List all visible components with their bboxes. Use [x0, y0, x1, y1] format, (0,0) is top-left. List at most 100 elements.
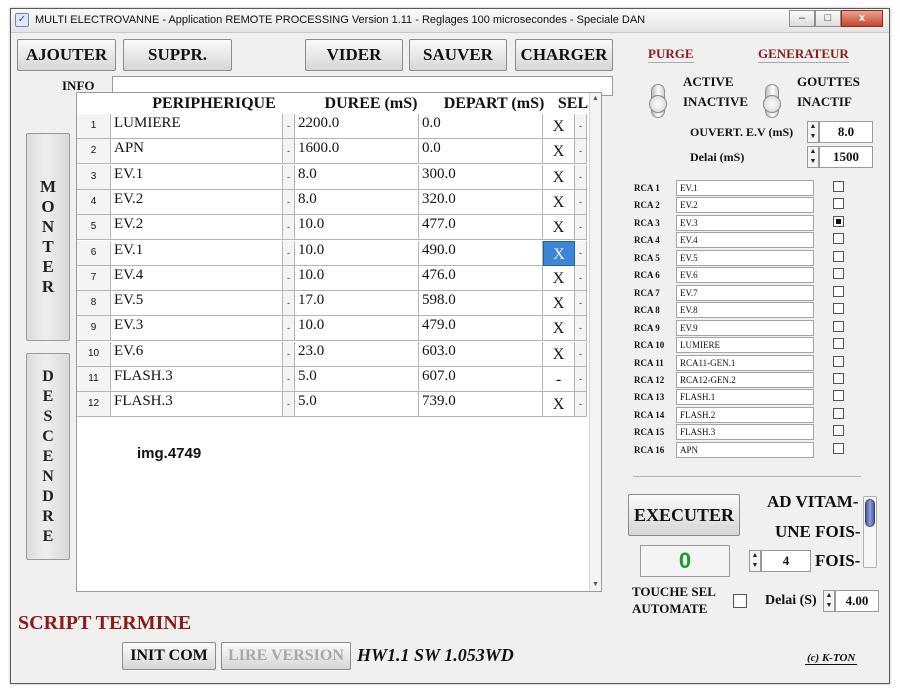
scroll-down-icon[interactable]: ▼	[590, 579, 601, 591]
rca-checkbox[interactable]	[833, 372, 844, 384]
depart-cell[interactable]: 0.0	[419, 139, 543, 165]
dropdown-arrow-icon[interactable]: -	[283, 316, 295, 342]
depart-cell[interactable]: 607.0	[419, 367, 543, 392]
suppr-button[interactable]: SUPPR.	[123, 39, 232, 71]
peripherique-cell[interactable]: EV.2	[111, 189, 283, 215]
dropdown-arrow-icon[interactable]: -	[575, 392, 587, 418]
table-row[interactable]: 9 EV.3-10.0 479.0 X -	[77, 316, 589, 342]
rca-assignment-field[interactable]: EV.5	[676, 249, 814, 266]
rca-checkbox[interactable]	[833, 250, 844, 262]
peripherique-cell[interactable]: EV.1	[111, 164, 283, 190]
sel-cell[interactable]: X	[543, 291, 575, 317]
ouvert-ev-field[interactable]: 8.0	[819, 121, 873, 143]
sel-cell[interactable]: X	[543, 164, 575, 190]
slider-thumb[interactable]	[865, 499, 875, 527]
rca-assignment-field[interactable]: FLASH.3	[676, 424, 814, 441]
rca-checkbox[interactable]	[833, 407, 844, 419]
dropdown-arrow-icon[interactable]: -	[283, 392, 295, 418]
dropdown-arrow-icon[interactable]: -	[575, 316, 587, 342]
delai-s-field[interactable]: 4.00	[835, 590, 879, 612]
duree-cell[interactable]: 10.0	[295, 316, 419, 342]
rca-assignment-field[interactable]: EV.7	[676, 284, 814, 301]
sel-cell[interactable]: X	[543, 265, 575, 291]
sel-cell[interactable]: X	[543, 240, 575, 266]
duree-cell[interactable]: 1600.0	[295, 139, 419, 165]
rca-assignment-field[interactable]: EV.1	[676, 180, 814, 196]
rca-checkbox[interactable]	[833, 233, 844, 245]
sel-cell[interactable]: X	[543, 215, 575, 241]
rca-checkbox[interactable]	[833, 303, 844, 315]
table-row[interactable]: 8 EV.5-17.0 598.0 X -	[77, 291, 589, 317]
depart-cell[interactable]: 739.0	[419, 392, 543, 418]
rca-checkbox[interactable]	[833, 390, 844, 402]
table-row[interactable]: 5 EV.2-10.0 477.0 X -	[77, 215, 589, 241]
dropdown-arrow-icon[interactable]: -	[575, 114, 587, 139]
peripherique-cell[interactable]: EV.2	[111, 215, 283, 241]
peripherique-cell[interactable]: EV.3	[111, 316, 283, 342]
rca-assignment-field[interactable]: EV.2	[676, 197, 814, 214]
dropdown-arrow-icon[interactable]: -	[283, 240, 295, 266]
depart-cell[interactable]: 603.0	[419, 341, 543, 367]
duree-cell[interactable]: 2200.0	[295, 114, 419, 139]
rca-assignment-field[interactable]: APN	[676, 441, 814, 458]
peripherique-cell[interactable]: EV.1	[111, 240, 283, 266]
dropdown-arrow-icon[interactable]: -	[283, 189, 295, 215]
table-row[interactable]: 1 LUMIERE -2200.0 0.0 X -	[77, 114, 589, 139]
rca-assignment-field[interactable]: RCA11-GEN.1	[676, 354, 814, 371]
dropdown-arrow-icon[interactable]: -	[575, 164, 587, 190]
close-button[interactable]: x	[841, 10, 883, 27]
depart-cell[interactable]: 477.0	[419, 215, 543, 241]
duree-cell[interactable]: 8.0	[295, 164, 419, 190]
rca-checkbox[interactable]	[833, 215, 844, 227]
duree-cell[interactable]: 10.0	[295, 265, 419, 291]
table-row[interactable]: 11 FLASH.3-5.0 607.0- -	[77, 367, 589, 392]
table-scrollbar[interactable]: ▲ ▼	[589, 93, 601, 591]
maximize-button[interactable]: □	[815, 10, 841, 27]
peripherique-cell[interactable]: EV.4	[111, 265, 283, 291]
duree-cell[interactable]: 8.0	[295, 189, 419, 215]
automate-checkbox[interactable]	[733, 594, 747, 608]
peripherique-cell[interactable]: APN	[111, 139, 283, 165]
rca-assignment-field[interactable]: EV.9	[676, 319, 814, 336]
executer-button[interactable]: EXECUTER	[628, 494, 740, 536]
sauver-button[interactable]: SAUVER	[409, 39, 507, 71]
rca-checkbox[interactable]	[833, 355, 844, 367]
dropdown-arrow-icon[interactable]: -	[283, 164, 295, 190]
rca-checkbox[interactable]	[833, 442, 844, 454]
sel-cell[interactable]: -	[543, 367, 575, 392]
scroll-up-icon[interactable]: ▲	[590, 93, 601, 105]
dropdown-arrow-icon[interactable]: -	[575, 240, 587, 266]
table-row[interactable]: 3 EV.1-8.0 300.0 X -	[77, 164, 589, 190]
sel-cell[interactable]: X	[543, 392, 575, 418]
dropdown-arrow-icon[interactable]: -	[575, 265, 587, 291]
dropdown-arrow-icon[interactable]: -	[575, 139, 587, 165]
depart-cell[interactable]: 490.0	[419, 240, 543, 266]
dropdown-arrow-icon[interactable]: -	[283, 215, 295, 241]
purge-toggle[interactable]	[649, 84, 667, 118]
descendre-button[interactable]: D E S C E N D R E	[26, 353, 70, 560]
sel-cell[interactable]: X	[543, 139, 575, 165]
lire-version-button[interactable]: LIRE VERSION	[221, 642, 351, 670]
init-com-button[interactable]: INIT COM	[122, 642, 216, 670]
dropdown-arrow-icon[interactable]: -	[575, 291, 587, 317]
peripherique-cell[interactable]: FLASH.3	[111, 392, 283, 418]
rca-checkbox[interactable]	[833, 320, 844, 332]
duree-cell[interactable]: 17.0	[295, 291, 419, 317]
table-row[interactable]: 12 FLASH.3-5.0 739.0 X -	[77, 392, 589, 418]
dropdown-arrow-icon[interactable]: -	[283, 291, 295, 317]
rca-assignment-field[interactable]: LUMIERE	[676, 337, 814, 354]
minimize-button[interactable]: –	[789, 10, 815, 27]
dropdown-arrow-icon[interactable]: -	[283, 139, 295, 165]
vider-button[interactable]: VIDER	[305, 39, 403, 71]
rca-checkbox[interactable]	[833, 338, 844, 350]
dropdown-arrow-icon[interactable]: -	[575, 215, 587, 241]
peripherique-cell[interactable]: EV.6	[111, 341, 283, 367]
dropdown-arrow-icon[interactable]: -	[575, 367, 587, 392]
table-row[interactable]: 2 APN -1600.0 0.0 X -	[77, 139, 589, 165]
dropdown-arrow-icon[interactable]: -	[575, 189, 587, 215]
delai-ms-spinner[interactable]: ▲ ▼	[807, 146, 819, 168]
charger-button[interactable]: CHARGER	[515, 39, 613, 71]
depart-cell[interactable]: 598.0	[419, 291, 543, 317]
ouvert-ev-spinner[interactable]: ▲ ▼	[807, 121, 819, 143]
dropdown-arrow-icon[interactable]: -	[283, 341, 295, 367]
